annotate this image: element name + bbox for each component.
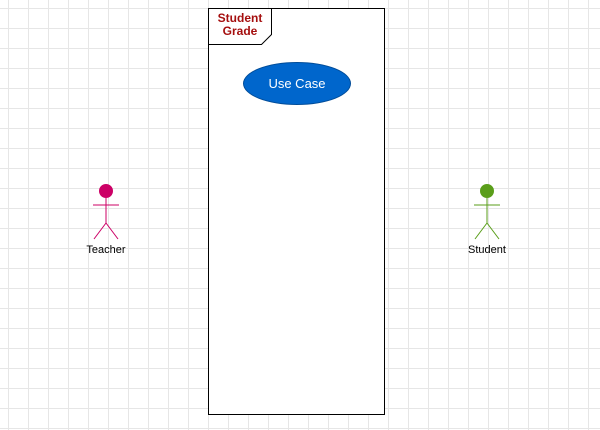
actor-student[interactable]: Student	[452, 183, 522, 256]
use-case-label: Use Case	[268, 76, 326, 91]
system-boundary[interactable]: Student Grade Use Case	[208, 8, 385, 415]
system-title: Student Grade	[217, 11, 263, 38]
diagram-canvas[interactable]: Student Grade Use Case Teacher Student	[0, 0, 600, 430]
teacher-stick-figure-icon	[93, 184, 119, 240]
student-stick-figure-icon	[474, 184, 500, 240]
student-label: Student	[468, 244, 506, 256]
teacher-label: Teacher	[86, 244, 126, 256]
use-case-ellipse[interactable]: Use Case	[243, 62, 351, 105]
actor-teacher[interactable]: Teacher	[71, 183, 141, 256]
